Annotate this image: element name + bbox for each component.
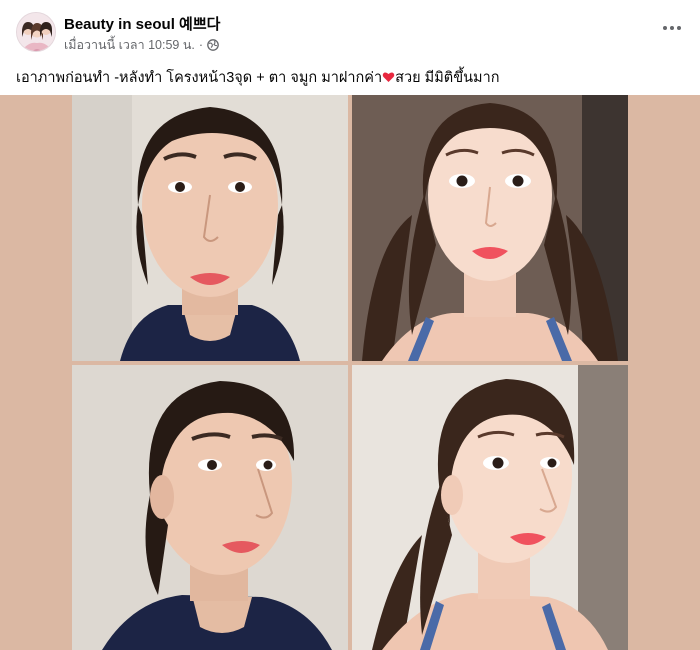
post-timestamp[interactable]: เมื่อวานนี้ เวลา 10:59 น. [64,35,195,55]
heart-icon [382,71,395,83]
before-front-photo[interactable] [72,95,348,361]
page-name-link[interactable]: Beauty in seoul 예쁘다 [64,13,220,34]
post-meta: เมื่อวานนี้ เวลา 10:59 น. · [64,35,219,55]
caption-text-1: เอาภาพก่อนทำ -หลังทำ โครงหน้า3จุด + ตา จ… [16,70,383,86]
post-media[interactable] [0,95,700,650]
post-header: Beauty in seoul 예쁘다 เมื่อวานนี้ เวลา 10:… [0,0,700,62]
page-avatar[interactable] [16,12,56,52]
caption-text-2: สวย มีมิติขึ้นมาก [395,70,500,86]
globe-icon[interactable] [207,39,219,51]
more-icon[interactable] [660,18,684,38]
after-side-photo[interactable] [352,365,628,650]
post-caption: เอาภาพก่อนทำ -หลังทำ โครงหน้า3จุด + ตา จ… [16,66,500,89]
meta-separator: · [198,38,204,52]
after-front-photo[interactable] [352,95,628,361]
before-side-photo[interactable] [72,365,348,650]
